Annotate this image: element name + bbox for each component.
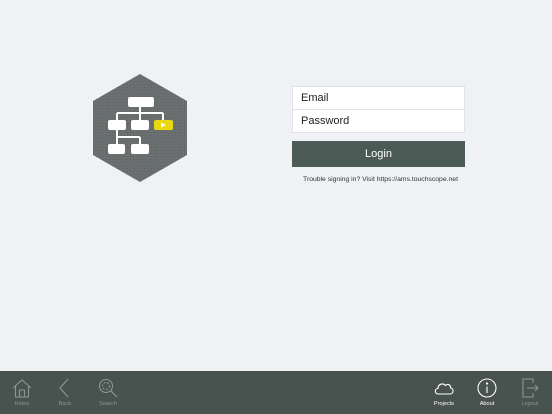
email-field[interactable] — [301, 92, 464, 104]
tab-about[interactable]: About — [465, 371, 509, 414]
tab-about-label: About — [479, 401, 495, 407]
login-button[interactable]: Login — [292, 141, 465, 167]
tab-search-label: Search — [99, 401, 117, 407]
cloud-icon — [433, 377, 455, 399]
tab-home-label: Home — [14, 401, 30, 407]
tab-logout-label: Logout — [521, 401, 539, 407]
tab-projects-label: Projects — [433, 401, 455, 407]
bottom-tab-bar: Home Back Search Projects About Logout — [0, 371, 552, 414]
app-logo-icon — [93, 74, 187, 182]
email-field-container — [292, 86, 465, 110]
tab-back[interactable]: Back — [43, 371, 87, 414]
tab-home[interactable]: Home — [0, 371, 44, 414]
home-icon — [11, 377, 33, 399]
password-field[interactable] — [301, 115, 464, 127]
tab-projects[interactable]: Projects — [422, 371, 466, 414]
login-form: Login — [292, 86, 465, 167]
info-icon — [476, 377, 498, 399]
trouble-signing-in-text: Trouble signing in? Visit https://ams.to… — [303, 176, 458, 183]
tab-search[interactable]: Search — [86, 371, 130, 414]
search-icon — [97, 377, 119, 399]
password-field-container — [292, 110, 465, 133]
back-icon — [54, 377, 76, 399]
tab-back-label: Back — [58, 401, 72, 407]
tab-logout[interactable]: Logout — [508, 371, 552, 414]
logout-icon — [519, 377, 541, 399]
